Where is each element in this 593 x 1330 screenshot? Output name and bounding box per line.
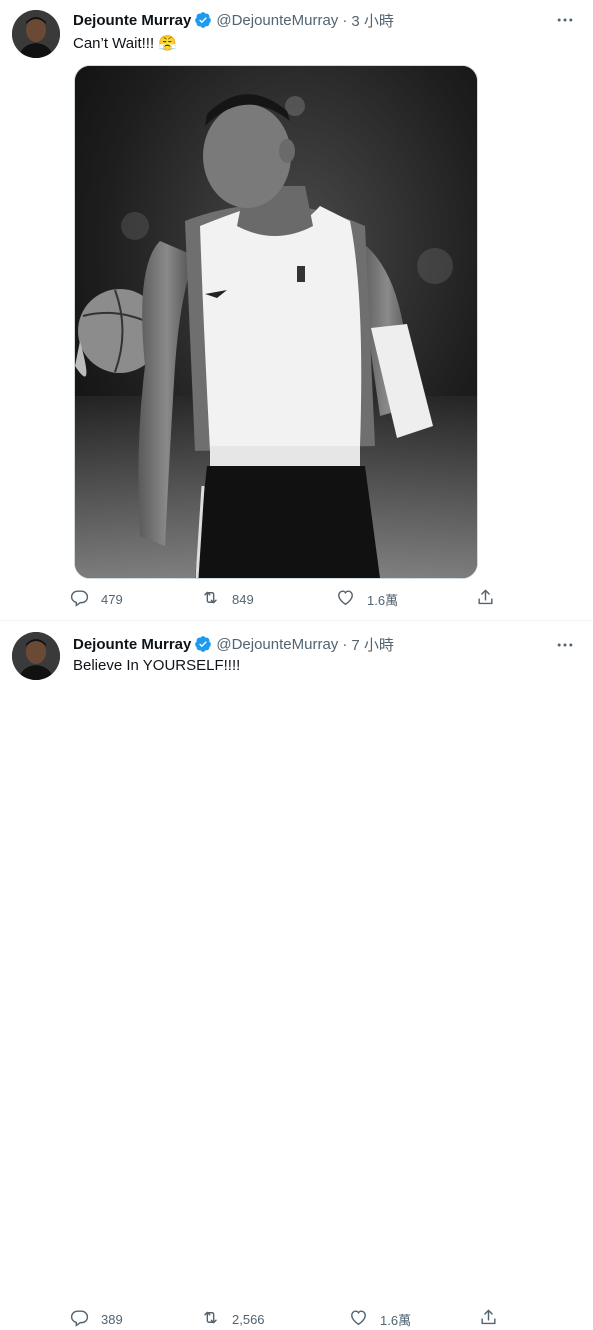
- like-icon: [336, 588, 355, 610]
- reply-button[interactable]: 479: [70, 589, 201, 609]
- retweet-icon: [201, 1308, 220, 1330]
- reply-button[interactable]: 389: [70, 1309, 201, 1329]
- reply-count: 479: [101, 591, 123, 607]
- author-name[interactable]: Dejounte Murray: [73, 12, 191, 29]
- reply-icon: [70, 588, 89, 610]
- tweet-text: Can’t Wait!!! 😤: [73, 35, 177, 52]
- like-button[interactable]: 1.6萬: [349, 1309, 479, 1329]
- like-count: 1.6萬: [367, 592, 399, 608]
- verified-badge-icon: [194, 635, 212, 653]
- retweet-button[interactable]: 2,566: [201, 1309, 349, 1329]
- tweet[interactable]: Dejounte Murray @DejounteMurray · 3 小時 C…: [0, 0, 593, 621]
- retweet-count: 849: [232, 591, 254, 607]
- author-handle[interactable]: @DejounteMurray: [216, 636, 338, 653]
- tweet-actions: 479 849 1.6萬: [70, 589, 495, 609]
- like-count: 1.6萬: [380, 1312, 412, 1328]
- more-icon[interactable]: [555, 10, 575, 30]
- tweet-actions: 389 2,566 1.6萬: [70, 1309, 498, 1329]
- share-button[interactable]: [476, 589, 495, 609]
- avatar[interactable]: [12, 10, 60, 58]
- avatar[interactable]: [12, 632, 60, 680]
- tweet-text: Believe In YOURSELF!!!!: [73, 657, 241, 674]
- share-button[interactable]: [479, 1309, 498, 1329]
- tweet-header: Dejounte Murray @DejounteMurray · 3 小時: [73, 10, 394, 30]
- more-icon[interactable]: [555, 635, 575, 655]
- verified-badge-icon: [194, 11, 212, 29]
- tweet[interactable]: Dejounte Murray @DejounteMurray · 7 小時 B…: [0, 621, 593, 1328]
- share-icon: [479, 1308, 498, 1330]
- separator: ·: [342, 11, 348, 29]
- retweet-button[interactable]: 849: [201, 589, 336, 609]
- tweet-photo[interactable]: [74, 65, 478, 579]
- tweet-header: Dejounte Murray @DejounteMurray · 7 小時: [73, 634, 394, 654]
- timestamp[interactable]: 3 小時: [351, 10, 394, 31]
- player-photo: [75, 66, 477, 578]
- like-button[interactable]: 1.6萬: [336, 589, 476, 609]
- separator: ·: [342, 635, 348, 653]
- like-icon: [349, 1308, 368, 1330]
- reply-icon: [70, 1308, 89, 1330]
- reply-count: 389: [101, 1311, 123, 1327]
- retweet-count: 2,566: [232, 1311, 265, 1327]
- retweet-icon: [201, 588, 220, 610]
- author-name[interactable]: Dejounte Murray: [73, 636, 191, 653]
- timestamp[interactable]: 7 小時: [351, 634, 394, 655]
- author-handle[interactable]: @DejounteMurray: [216, 12, 338, 29]
- share-icon: [476, 588, 495, 610]
